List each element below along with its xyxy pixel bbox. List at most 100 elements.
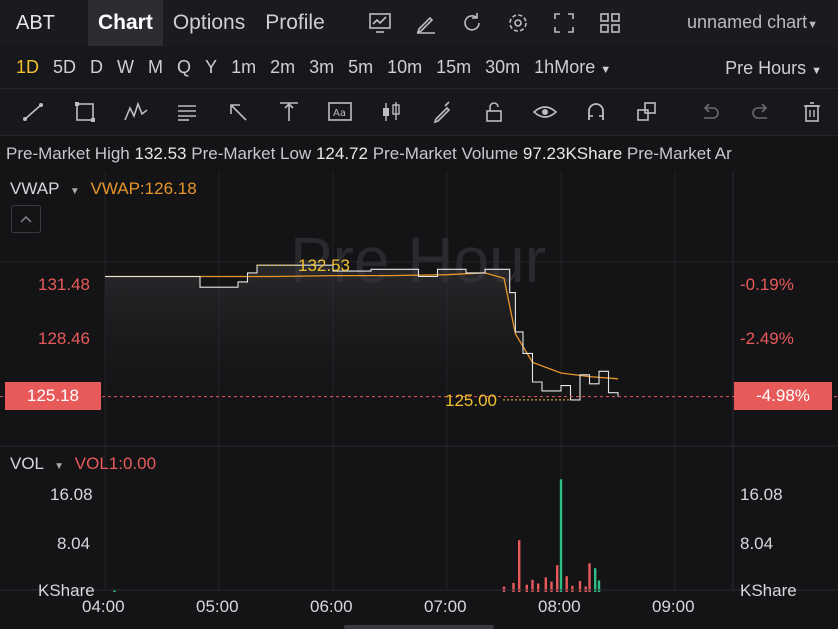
vol-unit-right: KShare — [740, 581, 797, 600]
volume-bar — [588, 563, 591, 592]
volume-bar — [537, 583, 540, 592]
unlock-icon[interactable] — [468, 89, 519, 135]
interval-1m[interactable]: 1m — [224, 57, 263, 78]
pre-market-info: Pre-Market High 132.53 Pre-Market Low 12… — [6, 144, 732, 164]
refresh-icon[interactable] — [449, 0, 495, 46]
caret-down-icon: ▼ — [600, 63, 612, 76]
caret-down-icon[interactable]: ▼ — [54, 461, 64, 472]
layout-grid-icon[interactable] — [587, 0, 633, 46]
time-tick-0900: 09:00 — [652, 597, 695, 616]
price-legend: VWAP ▼ VWAP:126.18 — [10, 179, 197, 199]
volume-bar — [571, 585, 574, 592]
more-intervals-dropdown[interactable]: More ▼ — [554, 57, 618, 78]
vol-indicator-label[interactable]: VOL — [10, 454, 43, 473]
time-tick-0600: 06:00 — [310, 597, 353, 616]
pattern-icon[interactable] — [110, 89, 161, 135]
vol-tick-left-1: 16.08 — [50, 485, 93, 504]
volume-value: 97.23KShare — [522, 144, 623, 163]
interval-bar: 1D 5D D W M Q Y 1m 2m 3m 5m 10m 15m 30m … — [0, 46, 838, 88]
session-dropdown[interactable]: Pre Hours ▼ — [725, 58, 822, 79]
toolbar-icons — [357, 0, 633, 46]
fullscreen-icon[interactable] — [541, 0, 587, 46]
time-tick-0700: 07:00 — [424, 597, 467, 616]
session-label: Pre Hours — [725, 58, 807, 78]
low-label: Pre-Market Low — [191, 144, 312, 163]
brush-icon[interactable] — [417, 89, 468, 135]
magnet-icon[interactable] — [570, 89, 621, 135]
redo-icon[interactable] — [736, 89, 787, 135]
interval-30m[interactable]: 30m — [478, 57, 527, 78]
change-tick-1: -0.19% — [740, 275, 794, 294]
chart-name-dropdown[interactable]: unnamed chart▼ — [687, 12, 818, 33]
interval-5d[interactable]: 5D — [46, 57, 83, 78]
volume-bar — [518, 540, 521, 592]
volume-label: Pre-Market Volume — [372, 144, 519, 163]
more-label: More — [554, 56, 596, 77]
edit-pen-icon[interactable] — [403, 0, 449, 46]
horizontal-scrollbar[interactable] — [344, 625, 494, 629]
volume-bar — [594, 568, 597, 592]
gear-icon[interactable] — [495, 0, 541, 46]
volume-bar — [556, 565, 559, 592]
low-marker-label: 125.00 — [445, 391, 497, 410]
current-price-tag: 125.18 — [5, 382, 101, 410]
interval-15m[interactable]: 15m — [429, 57, 478, 78]
current-change-tag: -4.98% — [734, 382, 832, 410]
candlestick-icon[interactable] — [366, 89, 417, 135]
layers-icon[interactable] — [622, 89, 673, 135]
caret-down-icon: ▼ — [807, 19, 818, 31]
interval-d[interactable]: D — [83, 57, 110, 78]
vol-value: VOL1:0.00 — [74, 454, 157, 473]
volume-bar — [584, 586, 587, 592]
ticker-symbol[interactable]: ABT — [0, 12, 88, 35]
undo-icon[interactable] — [685, 89, 736, 135]
tab-chart[interactable]: Chart — [88, 0, 163, 46]
interval-5m[interactable]: 5m — [341, 57, 380, 78]
collapse-button[interactable] — [11, 205, 41, 233]
vol-tick-left-2: 8.04 — [57, 534, 91, 553]
low-value: 124.72 — [315, 144, 368, 163]
interval-2m[interactable]: 2m — [263, 57, 302, 78]
high-marker-label: 132.53 — [298, 256, 350, 275]
price-tick-1: 131.48 — [38, 275, 90, 294]
interval-q[interactable]: Q — [170, 57, 198, 78]
arrow-icon[interactable] — [212, 89, 263, 135]
high-value: 132.53 — [134, 144, 187, 163]
tab-options[interactable]: Options — [163, 0, 255, 46]
text-note-icon[interactable] — [161, 89, 212, 135]
high-label: Pre-Market High — [6, 144, 130, 163]
trash-icon[interactable] — [787, 89, 838, 135]
volume-bar — [512, 582, 515, 592]
volume-legend: VOL ▼ VOL1:0.00 — [10, 454, 156, 474]
interval-1h[interactable]: 1h — [527, 57, 554, 78]
interval-y[interactable]: Y — [198, 57, 224, 78]
time-tick-0400: 04:00 — [82, 597, 125, 616]
interval-m[interactable]: M — [141, 57, 170, 78]
change-tick-2: -2.49% — [740, 329, 794, 348]
caret-down-icon[interactable]: ▼ — [70, 186, 80, 197]
volume-bar — [559, 479, 563, 592]
top-bar: ABT Chart Options Profile unnamed chart▼ — [0, 0, 838, 46]
time-tick-0800: 08:00 — [538, 597, 581, 616]
interval-1d[interactable]: 1D — [9, 57, 46, 78]
text-label-icon[interactable]: Aa — [315, 89, 366, 135]
svg-text:Aa: Aa — [333, 108, 346, 119]
indicator-chart-icon[interactable] — [357, 0, 403, 46]
interval-w[interactable]: W — [110, 57, 141, 78]
vol-tick-right-1: 16.08 — [740, 485, 783, 504]
chevron-up-icon — [20, 216, 32, 223]
price-range-icon[interactable] — [264, 89, 315, 135]
volume-bar — [502, 586, 506, 592]
vol-tick-right-2: 8.04 — [740, 534, 774, 553]
eye-icon[interactable] — [519, 89, 570, 135]
interval-10m[interactable]: 10m — [380, 57, 429, 78]
price-plot — [0, 264, 838, 401]
chart-name-label: unnamed chart — [687, 12, 808, 32]
interval-3m[interactable]: 3m — [302, 57, 341, 78]
tab-profile[interactable]: Profile — [255, 0, 335, 46]
time-tick-0500: 05:00 — [196, 597, 239, 616]
chart-canvas[interactable]: Pre Hour — [0, 172, 838, 629]
trend-line-icon[interactable] — [8, 89, 59, 135]
vwap-indicator-label[interactable]: VWAP — [10, 179, 59, 198]
rectangle-icon[interactable] — [59, 89, 110, 135]
